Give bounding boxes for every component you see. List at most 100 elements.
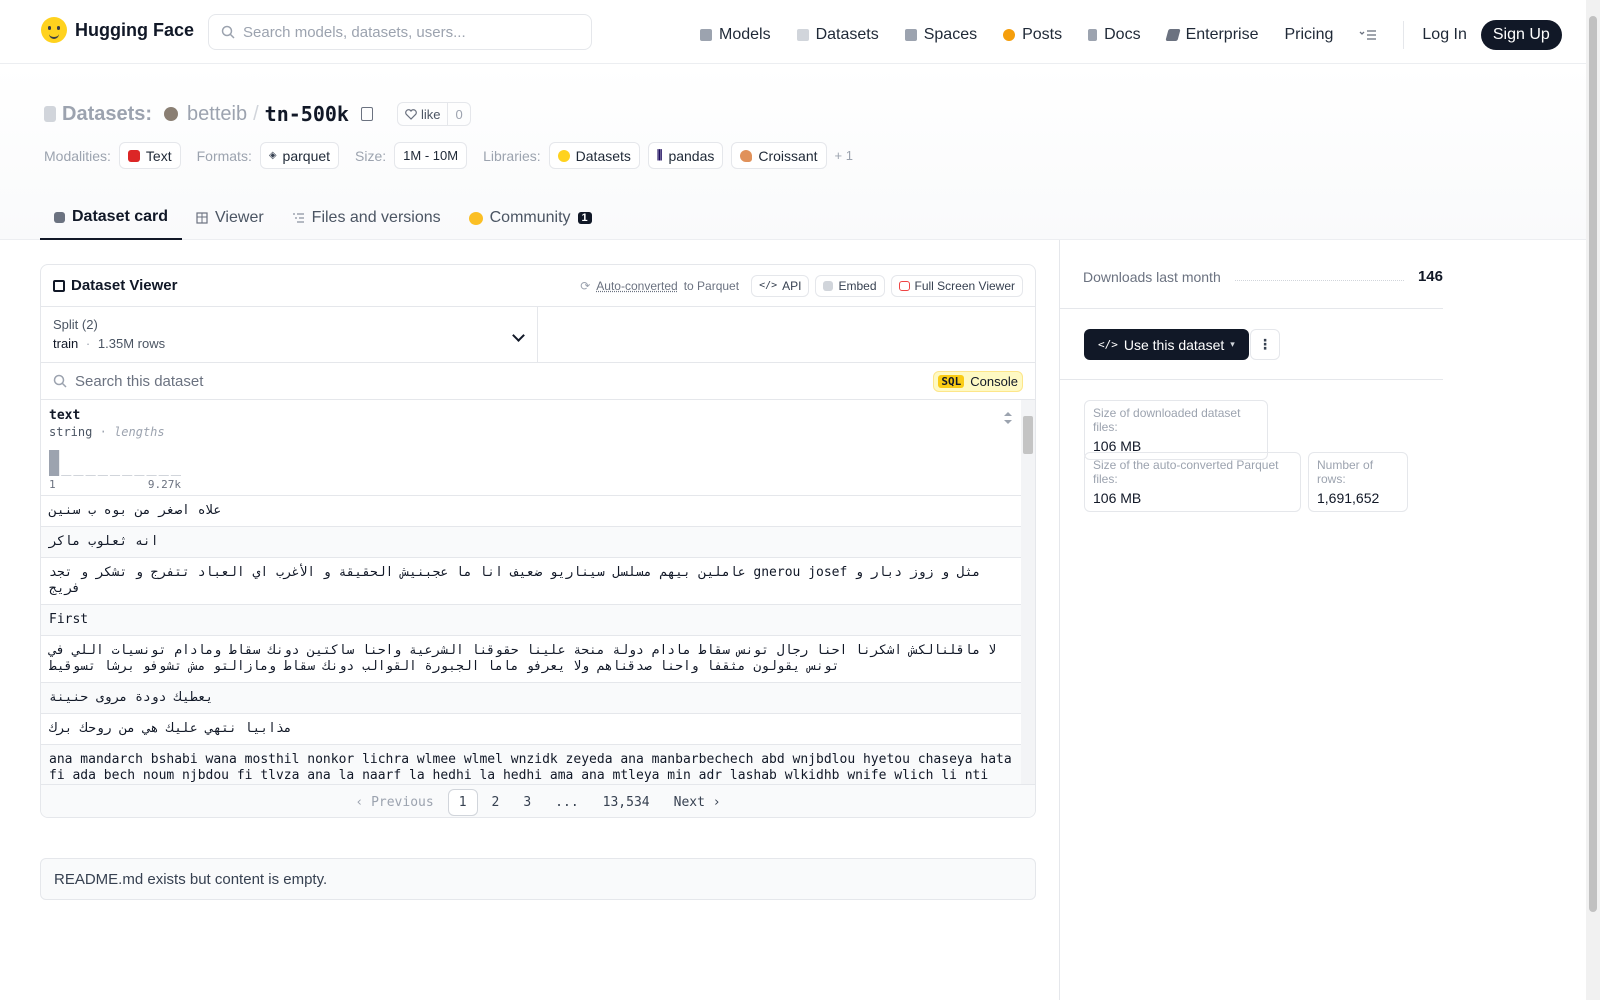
table-row[interactable]: مذابيا نتهي عليك هي من روحك برك (41, 714, 1021, 745)
use-this-dataset-button[interactable]: </> Use this dataset ▾ (1084, 329, 1249, 360)
text-modality-icon (127, 149, 140, 162)
repo-path-separator: / (253, 102, 259, 125)
next-page-button[interactable]: Next › (664, 790, 731, 815)
like-label-wrap: like (398, 103, 448, 125)
pagination: ‹ Previous 1 2 3 ... 13,534 Next › (41, 784, 1035, 817)
split-select[interactable]: Split (2) train · 1.35M rows (41, 307, 538, 362)
tab-dataset-card[interactable]: Dataset card (40, 196, 183, 240)
page-2-button[interactable]: 2 (482, 790, 510, 815)
more-options-button[interactable]: ⋮ (1250, 329, 1280, 360)
histogram-bar[interactable] (158, 475, 169, 476)
docs-icon (1088, 29, 1098, 41)
top-navbar: Hugging Face Models Datasets Spaces Post… (0, 0, 1586, 64)
nav-posts[interactable]: Posts (1003, 26, 1062, 44)
hugging-face-logo-icon (41, 17, 67, 43)
like-button[interactable]: like 0 (396, 102, 471, 126)
vertical-dots-icon: ⋮ (1258, 336, 1272, 352)
hf-logo-link[interactable]: Hugging Face (41, 17, 194, 43)
embed-button[interactable]: Embed (815, 274, 885, 297)
repo-name[interactable]: tn-500k (265, 102, 349, 126)
sort-icon[interactable] (1003, 410, 1013, 426)
copy-icon[interactable] (360, 107, 373, 121)
to-parquet-label: to Parquet (683, 278, 740, 293)
column-header-text[interactable]: text string · lengths 1 9.27k (41, 400, 1021, 496)
table-row[interactable]: لا ماقلنالكش اشكرنا احنا رجال تونس سقاط … (41, 636, 1021, 683)
page-3-button[interactable]: 3 (513, 790, 541, 815)
page-1-button[interactable]: 1 (447, 789, 478, 816)
auto-converted-link[interactable]: Auto-converted (596, 279, 677, 293)
table-row[interactable]: علاه اصغر من بوه ب سنين (41, 496, 1021, 527)
histogram-max: 9.27k (147, 478, 181, 491)
repo-owner-link[interactable]: betteib (187, 103, 247, 126)
nav-spaces[interactable]: Spaces (904, 26, 977, 44)
global-search-input[interactable] (243, 23, 563, 41)
tag-library-croissant[interactable]: Croissant (731, 142, 827, 169)
brand-name: Hugging Face (75, 19, 195, 40)
page-scrollbar-thumb[interactable] (1589, 16, 1597, 912)
repo-title: Datasets: betteib / tn-500k like 0 (44, 102, 471, 126)
dataset-search-row: SQLConsole (41, 363, 1035, 400)
stat-number-of-rows: Number of rows: 1,691,652 (1308, 452, 1408, 512)
search-icon (221, 25, 235, 39)
nav-models[interactable]: Models (700, 26, 771, 44)
last-page-button[interactable]: 13,534 (593, 790, 660, 815)
tab-files-and-versions[interactable]: Files and versions (278, 196, 455, 240)
histogram-bar[interactable] (97, 475, 108, 476)
nav-enterprise[interactable]: Enterprise (1164, 26, 1258, 44)
split-dot: · (85, 336, 91, 351)
table-icon (53, 279, 65, 292)
signup-button[interactable]: Sign Up (1480, 20, 1562, 50)
tag-library-datasets[interactable]: Datasets (548, 142, 640, 169)
tag-size[interactable]: 1M - 10M (394, 142, 468, 169)
nav-more-menu[interactable] (1359, 29, 1377, 41)
tab-community[interactable]: Community 1 (455, 196, 606, 240)
histogram-bar[interactable] (73, 475, 84, 476)
histogram-bar[interactable] (61, 475, 72, 476)
tag-format-parquet[interactable]: ◈ parquet (259, 142, 340, 169)
histogram-bar[interactable] (122, 475, 133, 476)
posts-icon (1003, 29, 1016, 41)
histogram-bar[interactable] (134, 475, 145, 476)
column-type: string · lengths (49, 425, 165, 439)
nav-datasets[interactable]: Datasets (796, 26, 879, 44)
global-search[interactable] (208, 14, 592, 50)
length-histogram[interactable] (49, 450, 181, 476)
histogram-bar[interactable] (85, 475, 96, 476)
table-row[interactable]: First (41, 605, 1021, 636)
previous-page-button[interactable]: ‹ Previous (345, 790, 443, 815)
table-row[interactable]: انه ثعلوب ماكر (41, 527, 1021, 558)
table-row[interactable]: مثل و زوز دبار و gnerou josef عاملين بيه… (41, 558, 1021, 605)
full-screen-viewer-button[interactable]: Full Screen Viewer (890, 274, 1023, 297)
tag-modality-text[interactable]: Text (118, 142, 181, 169)
histogram-bar[interactable] (170, 475, 181, 476)
sql-console-button[interactable]: SQL Console (933, 370, 1023, 392)
table-scrollbar[interactable] (1021, 400, 1035, 784)
page-scrollbar[interactable] (1586, 0, 1600, 1000)
table-row[interactable]: ana mandarch bshabi wana mosthil nonkor … (41, 745, 1021, 784)
histogram-bar[interactable] (146, 475, 157, 476)
search-icon (53, 374, 67, 388)
repo-tags: Modalities: Text Formats: ◈ parquet Size:… (44, 142, 861, 169)
histogram-bar[interactable] (49, 450, 60, 476)
tab-viewer[interactable]: Viewer (182, 196, 278, 240)
nav-pricing[interactable]: Pricing (1284, 26, 1333, 44)
repo-section-label[interactable]: Datasets: (62, 103, 152, 126)
chevron-down-icon: ▾ (1230, 339, 1235, 349)
downloads-value: 146 (1417, 268, 1443, 285)
downloads-label: Downloads last month (1083, 268, 1221, 285)
table-scrollbar-thumb[interactable] (1023, 416, 1033, 454)
sidebar-divider (1059, 240, 1060, 1000)
full-screen-table-icon (898, 280, 910, 291)
table-row[interactable]: يعطيك دودة مروى حنينة (41, 683, 1021, 714)
api-button[interactable]: </> API (751, 274, 810, 297)
nav-docs[interactable]: Docs (1088, 26, 1141, 44)
histogram-bar[interactable] (109, 475, 121, 476)
tag-library-pandas[interactable]: ⫼ pandas (647, 142, 724, 169)
split-rows: 1.35M rows (97, 336, 166, 351)
more-libraries-link[interactable]: + 1 (835, 148, 853, 163)
menu-more-icon (1359, 30, 1377, 40)
login-link[interactable]: Log In (1422, 26, 1466, 44)
dataset-search-input[interactable] (75, 372, 875, 390)
sidebar-separator (1060, 308, 1443, 309)
modalities-label: Modalities: (44, 147, 111, 164)
